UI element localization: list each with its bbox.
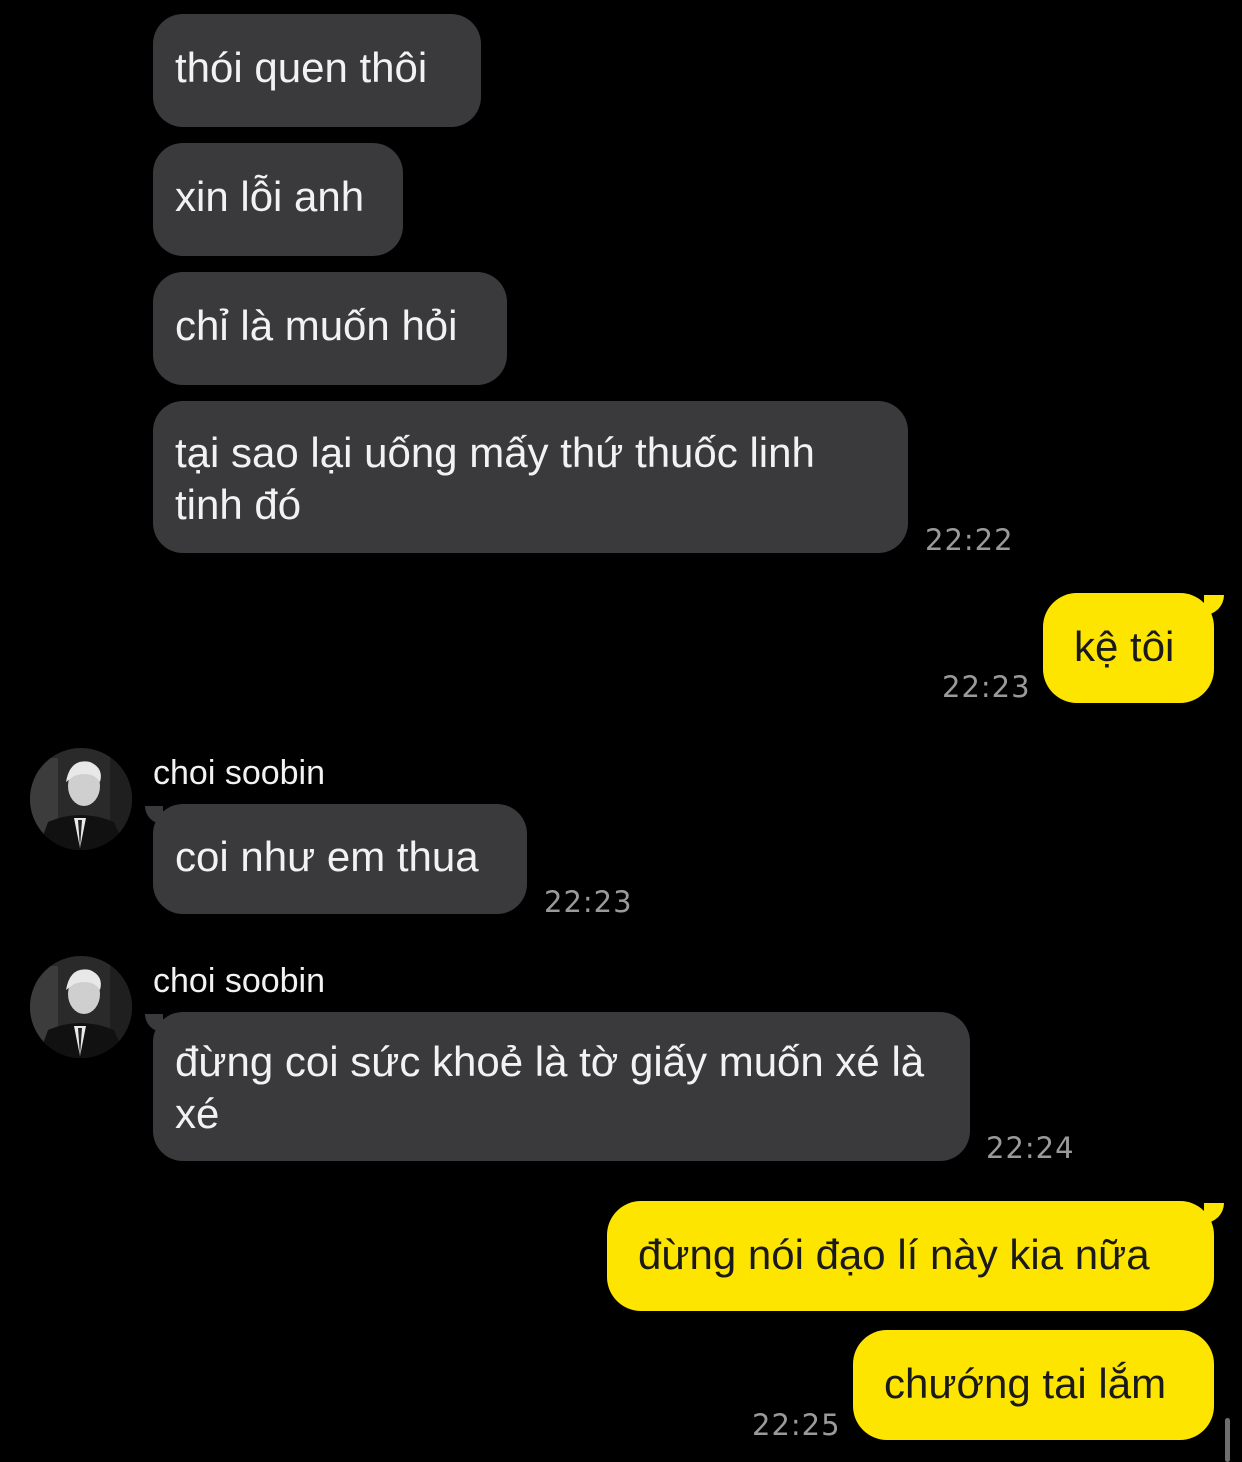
outgoing-message-bubble[interactable]: kệ tôi <box>1043 593 1214 703</box>
incoming-message-bubble[interactable]: coi như em thua <box>153 804 527 914</box>
bubble-tail <box>1204 1203 1224 1223</box>
incoming-message-bubble[interactable]: đừng coi sức khoẻ là tờ giấy muốn xé là … <box>153 1012 970 1161</box>
profile-avatar-icon[interactable] <box>30 748 132 850</box>
sender-name: choi soobin <box>153 754 326 792</box>
message-timestamp: 22:22 <box>925 523 1014 557</box>
bubble-tail <box>1204 595 1224 615</box>
message-text: coi như em thua <box>175 833 479 880</box>
message-text: đừng nói đạo lí này kia nữa <box>638 1231 1150 1278</box>
message-text: thói quen thôi <box>175 44 428 91</box>
profile-avatar-icon[interactable] <box>30 956 132 1058</box>
message-timestamp: 22:25 <box>752 1408 841 1442</box>
incoming-message-bubble[interactable]: thói quen thôi <box>153 14 481 127</box>
message-text: tại sao lại uống mấy thứ thuốc linh tinh… <box>175 429 815 528</box>
message-timestamp: 22:24 <box>986 1131 1075 1165</box>
incoming-message-bubble[interactable]: xin lỗi anh <box>153 143 403 256</box>
message-text: kệ tôi <box>1074 623 1175 670</box>
outgoing-message-bubble[interactable]: đừng nói đạo lí này kia nữa <box>607 1201 1214 1311</box>
incoming-message-bubble[interactable]: chỉ là muốn hỏi <box>153 272 507 385</box>
message-text: đừng coi sức khoẻ là tờ giấy muốn xé là … <box>175 1038 925 1137</box>
message-text: xin lỗi anh <box>175 173 365 220</box>
sender-name: choi soobin <box>153 962 326 1000</box>
outgoing-message-bubble[interactable]: chướng tai lắm <box>853 1330 1214 1440</box>
message-timestamp: 22:23 <box>544 885 633 919</box>
message-text: chướng tai lắm <box>884 1360 1167 1407</box>
message-timestamp: 22:23 <box>942 670 1031 704</box>
message-text: chỉ là muốn hỏi <box>175 302 458 349</box>
scrollbar[interactable] <box>1225 1418 1230 1462</box>
incoming-message-bubble[interactable]: tại sao lại uống mấy thứ thuốc linh tinh… <box>153 401 908 553</box>
